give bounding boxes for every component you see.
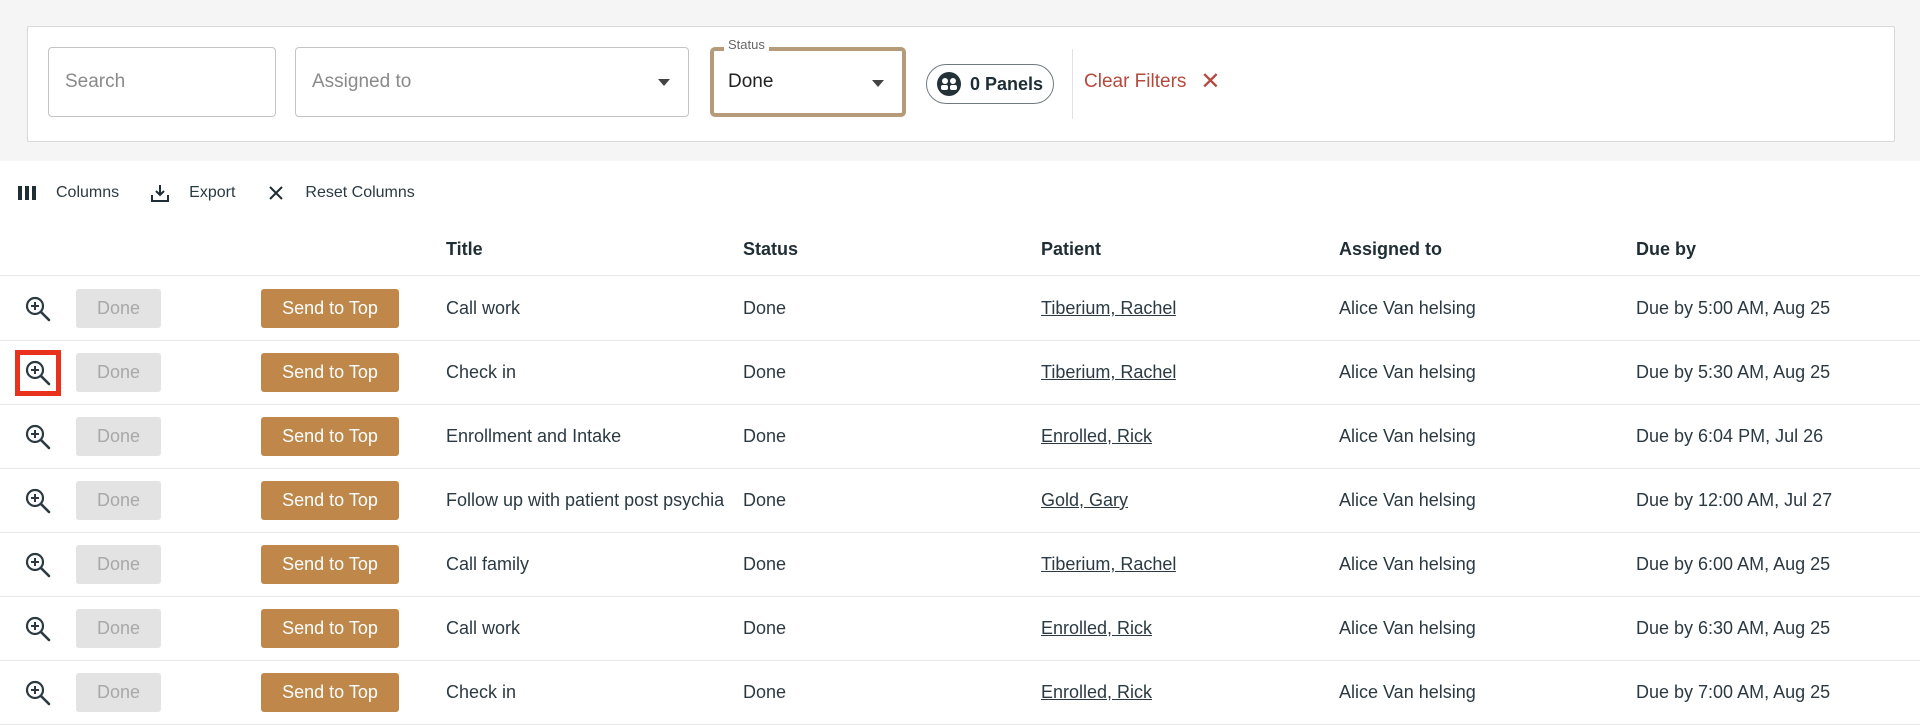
panels-button[interactable]: 0 Panels (926, 64, 1054, 104)
cell-title: Call work (446, 618, 521, 638)
cell-title: Check in (446, 682, 517, 702)
table-row: Done Send to Top Check in Done Tiberium, Rac… (0, 341, 1920, 405)
table-row: Done Send to Top Call work Done Tiberium, Ra… (0, 277, 1920, 341)
cell-assigned-to: Alice Van helsing (1339, 618, 1476, 638)
done-button[interactable]: Done (76, 481, 161, 520)
download-icon (149, 183, 171, 203)
status-select[interactable]: Status Done (710, 37, 906, 117)
patient-link[interactable]: Tiberium, Rachel (1041, 554, 1176, 575)
patient-link[interactable]: Enrolled, Rick (1041, 618, 1152, 639)
divider (1072, 49, 1073, 119)
columns-icon (16, 183, 38, 203)
cell-assigned-to: Alice Van helsing (1339, 682, 1476, 702)
status-value: Done (728, 71, 774, 92)
table-row: Done Send to Top Call work Done Enrolled, Ri… (0, 597, 1920, 661)
assigned-to-placeholder: Assigned to (312, 71, 412, 92)
table-header: Title Status Patient Assigned to Due by (0, 221, 1920, 276)
patient-link[interactable]: Tiberium, Rachel (1041, 298, 1176, 319)
cell-due-by: Due by 12:00 AM, Jul 27 (1636, 490, 1833, 510)
columns-button[interactable]: Columns (16, 183, 119, 203)
done-button[interactable]: Done (76, 417, 161, 456)
cell-status: Done (743, 554, 787, 574)
done-button[interactable]: Done (76, 609, 161, 648)
people-icon (937, 72, 961, 96)
panels-label: 0 Panels (970, 73, 1044, 94)
columns-label: Columns (56, 184, 120, 201)
cell-due-by: Due by 5:00 AM, Aug 25 (1636, 298, 1831, 318)
zoom-in-icon[interactable] (24, 423, 52, 451)
done-button[interactable]: Done (76, 289, 161, 328)
done-button[interactable]: Done (76, 545, 161, 584)
done-button[interactable]: Done (76, 353, 161, 392)
table-row: Done Send to Top Follow up with patient po… (0, 469, 1920, 533)
zoom-in-icon[interactable] (24, 679, 52, 707)
chevron-down-icon (872, 80, 884, 87)
reset-columns-button[interactable]: Reset Columns (265, 183, 415, 203)
patient-link[interactable]: Enrolled, Rick (1041, 682, 1152, 703)
cell-status: Done (743, 682, 787, 702)
send-to-top-button[interactable]: Send to Top (261, 545, 399, 584)
clear-filters-button[interactable]: Clear Filters ✕ (1084, 68, 1221, 95)
cell-title: Call work (446, 298, 521, 318)
zoom-in-icon[interactable] (24, 615, 52, 643)
zoom-in-icon[interactable] (24, 551, 52, 579)
cell-status: Done (743, 426, 787, 446)
cell-due-by: Due by 6:04 PM, Jul 26 (1636, 426, 1824, 446)
search-input[interactable] (65, 71, 265, 93)
export-label: Export (189, 184, 236, 201)
filter-bar: Assigned to Status Done 0 Panels Clear F… (27, 26, 1895, 142)
cell-title: Check in (446, 362, 517, 382)
cell-due-by: Due by 7:00 AM, Aug 25 (1636, 682, 1831, 702)
send-to-top-button[interactable]: Send to Top (261, 673, 399, 712)
close-icon (265, 183, 287, 203)
cell-status: Done (743, 618, 787, 638)
grid-toolbar: Columns Export Reset Columns (16, 181, 445, 205)
cell-due-by: Due by 5:30 AM, Aug 25 (1636, 362, 1831, 382)
search-field[interactable] (48, 47, 276, 117)
cell-status: Done (743, 298, 787, 318)
cell-assigned-to: Alice Van helsing (1339, 298, 1476, 318)
export-button[interactable]: Export (149, 183, 235, 203)
send-to-top-button[interactable]: Send to Top (261, 289, 399, 328)
cell-due-by: Due by 6:30 AM, Aug 25 (1636, 618, 1831, 638)
cell-title: Call family (446, 554, 530, 574)
header-title[interactable]: Title (446, 239, 483, 260)
cell-assigned-to: Alice Van helsing (1339, 490, 1476, 510)
cell-assigned-to: Alice Van helsing (1339, 426, 1476, 446)
zoom-in-icon[interactable] (15, 350, 61, 396)
cell-assigned-to: Alice Van helsing (1339, 362, 1476, 382)
table-row: Done Send to Top Call family Done Tiberium, … (0, 533, 1920, 597)
patient-link[interactable]: Tiberium, Rachel (1041, 362, 1176, 383)
table-row: Done Send to Top Enrollment and Intake Done… (0, 405, 1920, 469)
assigned-to-select[interactable]: Assigned to (295, 47, 689, 117)
send-to-top-button[interactable]: Send to Top (261, 609, 399, 648)
header-patient[interactable]: Patient (1041, 239, 1101, 260)
cell-due-by: Due by 6:00 AM, Aug 25 (1636, 554, 1831, 574)
zoom-in-icon[interactable] (24, 487, 52, 515)
table-row: Done Send to Top Check in Done Enrolled, Ric… (0, 661, 1920, 725)
clear-filters-label: Clear Filters (1084, 71, 1187, 92)
header-due-by[interactable]: Due by (1636, 239, 1696, 260)
cell-status: Done (743, 362, 787, 382)
header-assigned-to[interactable]: Assigned to (1339, 239, 1442, 260)
cell-assigned-to: Alice Van helsing (1339, 554, 1476, 574)
data-grid: Columns Export Reset Columns Title Statu… (0, 161, 1920, 726)
cell-status: Done (743, 490, 787, 510)
zoom-in-icon[interactable] (24, 295, 52, 323)
patient-link[interactable]: Gold, Gary (1041, 490, 1128, 511)
done-button[interactable]: Done (76, 673, 161, 712)
close-icon: ✕ (1200, 68, 1221, 95)
header-status[interactable]: Status (743, 239, 798, 260)
cell-title: Enrollment and Intake (446, 426, 622, 446)
patient-link[interactable]: Enrolled, Rick (1041, 426, 1152, 447)
send-to-top-button[interactable]: Send to Top (261, 353, 399, 392)
chevron-down-icon (658, 79, 670, 86)
send-to-top-button[interactable]: Send to Top (261, 417, 399, 456)
send-to-top-button[interactable]: Send to Top (261, 481, 399, 520)
cell-title: Follow up with patient post psychia (446, 490, 725, 510)
status-legend: Status (724, 37, 769, 52)
reset-columns-label: Reset Columns (305, 184, 415, 201)
